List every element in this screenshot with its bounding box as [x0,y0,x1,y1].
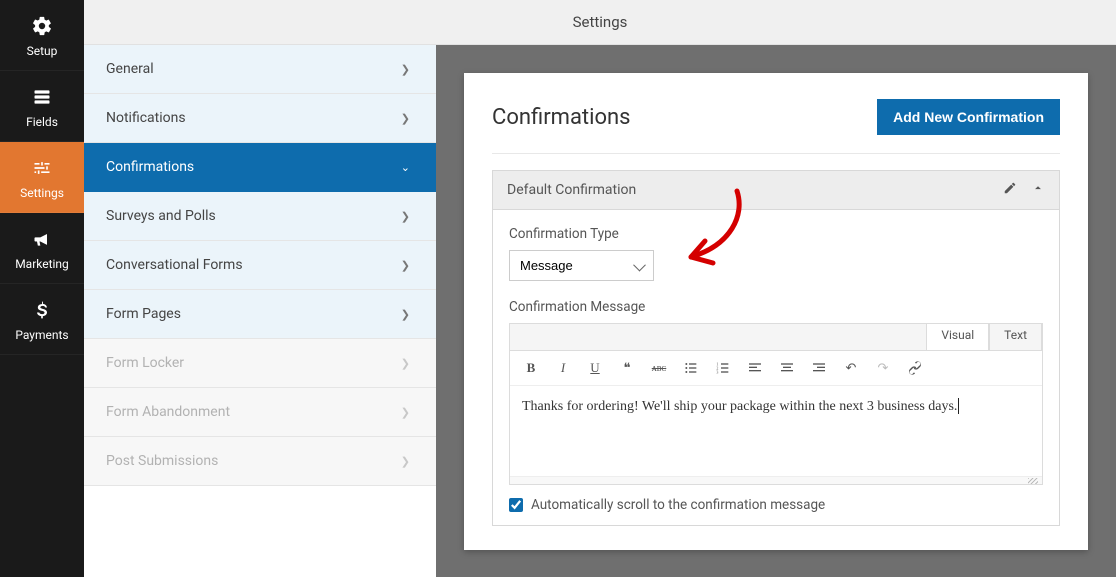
auto-scroll-label: Automatically scroll to the confirmation… [531,497,825,513]
svg-text:3: 3 [716,369,718,374]
confirmation-type-select[interactable]: Message [509,250,654,281]
sidepanel-item-postsubmissions[interactable]: Post Submissions ❯ [84,437,436,486]
sidepanel-label: Post Submissions [106,453,218,469]
chevron-right-icon: ❯ [401,259,410,272]
resize-grip-icon [1028,478,1038,484]
blockquote-icon[interactable]: ❝ [614,355,640,381]
panel-actions [1003,181,1045,199]
card-title: Confirmations [492,105,631,130]
sidepanel-item-formpages[interactable]: Form Pages ❯ [84,290,436,339]
underline-icon[interactable]: U [582,355,608,381]
fields-icon [30,85,54,109]
sidepanel-label: Form Pages [106,306,181,322]
nav-label: Setup [27,44,58,58]
tab-visual[interactable]: Visual [926,323,989,350]
sidepanel-label: Notifications [106,110,186,126]
sidepanel-item-formabandonment[interactable]: Form Abandonment ❯ [84,388,436,437]
undo-icon[interactable]: ↶ [838,355,864,381]
add-confirmation-button[interactable]: Add New Confirmation [877,99,1060,135]
italic-icon[interactable]: I [550,355,576,381]
nav-item-marketing[interactable]: Marketing [0,213,84,284]
strikethrough-icon[interactable]: ᴀʙᴄ [646,355,672,381]
collapse-icon[interactable] [1031,181,1045,199]
sidepanel-item-general[interactable]: General ❯ [84,45,436,94]
confirmation-type-label: Confirmation Type [509,226,1043,242]
sidepanel-label: Surveys and Polls [106,208,216,224]
chevron-right-icon: ❯ [401,308,410,321]
nav-item-settings[interactable]: Settings [0,142,84,213]
auto-scroll-checkbox-row[interactable]: Automatically scroll to the confirmation… [509,497,1043,513]
page-title: Settings [573,13,628,31]
panel-header[interactable]: Default Confirmation [493,171,1059,210]
settings-side-panel: General ❯ Notifications ❯ Confirmations … [84,45,436,577]
confirmation-message-label: Confirmation Message [509,299,1043,315]
bullet-list-icon[interactable] [678,355,704,381]
nav-item-setup[interactable]: Setup [0,0,84,71]
chevron-right-icon: ❯ [401,357,410,370]
link-icon[interactable] [902,355,928,381]
auto-scroll-checkbox[interactable] [509,498,523,512]
editor-textarea[interactable]: Thanks for ordering! We'll ship your pac… [510,386,1042,476]
tab-text[interactable]: Text [989,323,1042,350]
sidepanel-label: Form Locker [106,355,184,371]
gear-icon [30,14,54,38]
sidepanel-item-conversational[interactable]: Conversational Forms ❯ [84,241,436,290]
align-left-icon[interactable] [742,355,768,381]
bullhorn-icon [30,227,54,251]
chevron-down-icon: ⌄ [401,161,410,174]
sidepanel-label: General [106,61,154,77]
rich-text-editor: Visual Text B I U ❝ ᴀʙᴄ 123 [509,323,1043,485]
card-header: Confirmations Add New Confirmation [492,99,1060,154]
bold-icon[interactable]: B [518,355,544,381]
panel-body: Confirmation Type Message Confirmation M… [493,210,1059,525]
sidepanel-item-notifications[interactable]: Notifications ❯ [84,94,436,143]
sliders-icon [30,156,54,180]
sidepanel-label: Form Abandonment [106,404,230,420]
chevron-right-icon: ❯ [401,455,410,468]
editor-tabs: Visual Text [510,324,1042,350]
align-right-icon[interactable] [806,355,832,381]
chevron-right-icon: ❯ [401,112,410,125]
nav-item-payments[interactable]: Payments [0,284,84,355]
top-bar: Settings [84,0,1116,45]
sidepanel-item-confirmations[interactable]: Confirmations ⌄ [84,143,436,192]
main-canvas: Confirmations Add New Confirmation Defau… [436,45,1116,577]
editor-resize-handle[interactable] [510,476,1042,484]
redo-icon[interactable]: ↷ [870,355,896,381]
editor-toolbar: B I U ❝ ᴀʙᴄ 123 [510,350,1042,386]
nav-item-fields[interactable]: Fields [0,71,84,142]
chevron-right-icon: ❯ [401,210,410,223]
text-cursor [958,398,959,414]
sidepanel-item-surveys[interactable]: Surveys and Polls ❯ [84,192,436,241]
confirmation-panel: Default Confirmation Confirmation Type M… [492,170,1060,526]
edit-icon[interactable] [1003,181,1017,199]
chevron-right-icon: ❯ [401,406,410,419]
sidepanel-label: Confirmations [106,159,194,175]
align-center-icon[interactable] [774,355,800,381]
confirmations-card: Confirmations Add New Confirmation Defau… [464,73,1088,550]
chevron-right-icon: ❯ [401,63,410,76]
sidepanel-label: Conversational Forms [106,257,243,273]
nav-label: Fields [26,115,58,129]
numbered-list-icon[interactable]: 123 [710,355,736,381]
sidepanel-item-formlocker[interactable]: Form Locker ❯ [84,339,436,388]
panel-title: Default Confirmation [507,182,636,198]
confirmation-type-select-wrap: Message [509,250,654,281]
nav-label: Payments [15,328,68,342]
vertical-nav: Setup Fields Settings Marketing Payments [0,0,84,577]
nav-label: Settings [20,186,64,200]
dollar-icon [30,298,54,322]
nav-label: Marketing [15,257,69,271]
editor-text: Thanks for ordering! We'll ship your pac… [522,399,957,414]
